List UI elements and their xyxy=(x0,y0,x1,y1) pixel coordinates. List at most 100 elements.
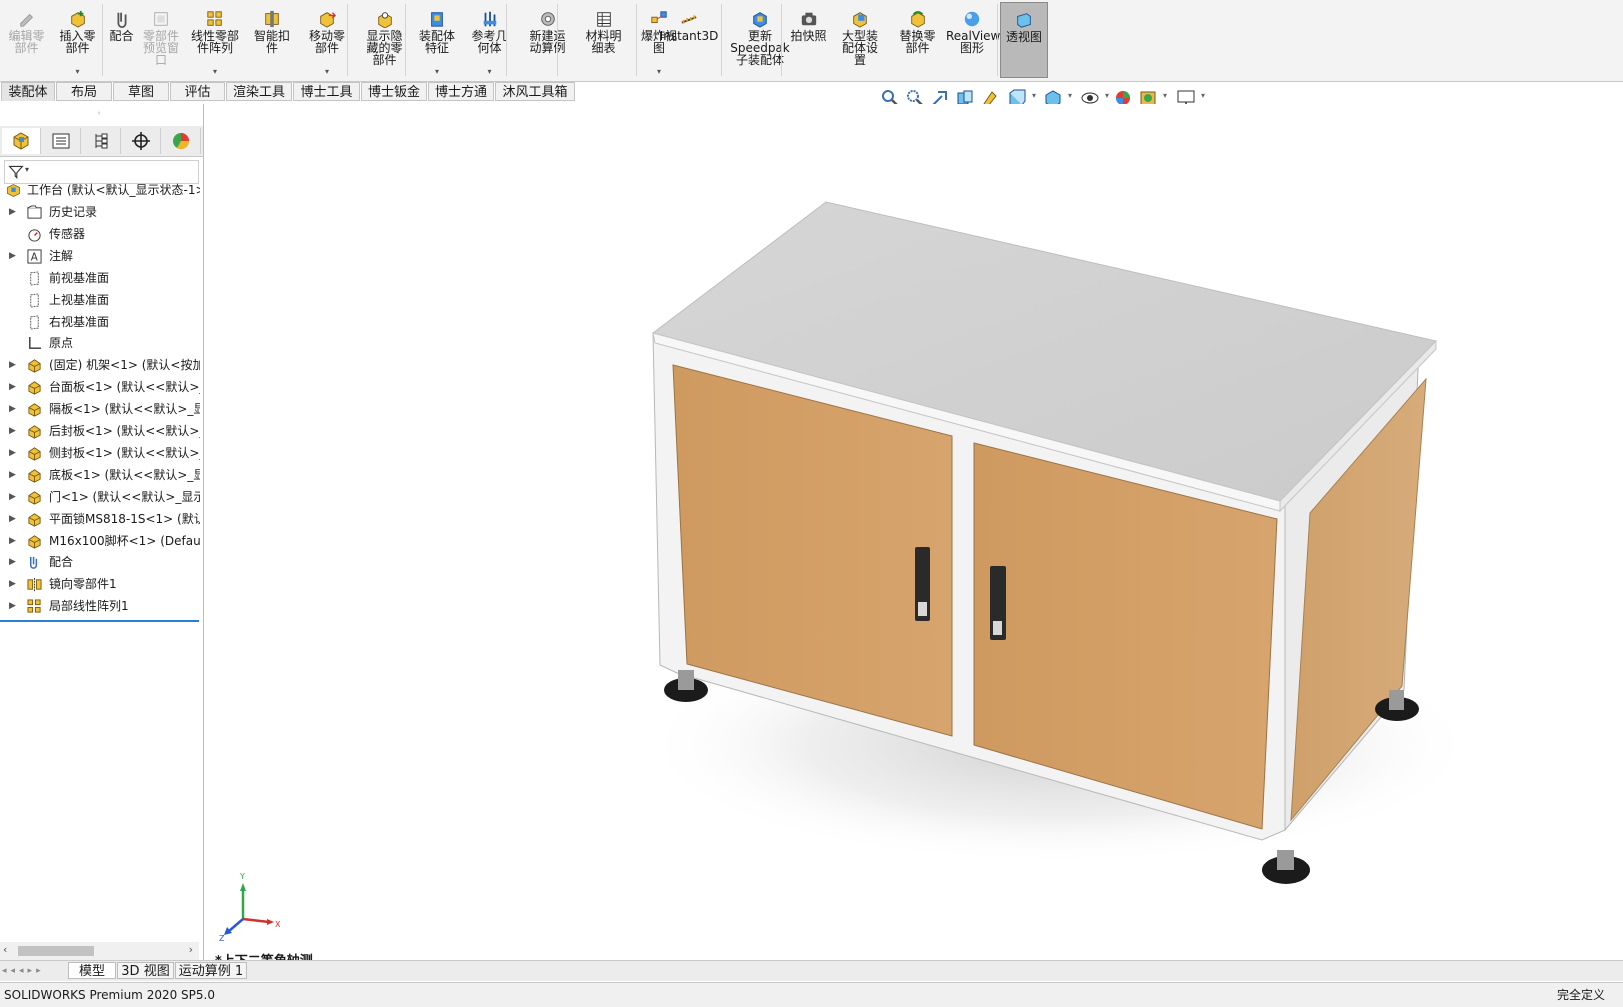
expand-arrow-icon[interactable]: ▶ xyxy=(9,596,16,617)
expand-arrow-icon[interactable]: ▶ xyxy=(9,421,16,442)
ref-geometry-button[interactable]: 参考几 何体 ▾ xyxy=(462,2,517,78)
bottom-tab-2[interactable]: 3D 视图 xyxy=(117,962,174,979)
smart-fastener-button[interactable]: 智能扣 件 xyxy=(247,2,297,78)
svg-text:A: A xyxy=(31,251,38,263)
expand-arrow-icon[interactable]: ▶ xyxy=(9,531,16,552)
tree-item[interactable]: ▶ (固定) 机架<1> (默认<按加 xyxy=(0,355,200,376)
edit-part-button[interactable]: 编辑零 部件 xyxy=(3,2,50,78)
realview-button[interactable]: RealView 图形 xyxy=(945,2,1001,78)
tree-item[interactable]: ▶ 配合 xyxy=(0,552,200,573)
bom-icon xyxy=(596,12,611,27)
move-part-button[interactable]: 移动零 部件 ▾ xyxy=(297,2,357,78)
tree-item[interactable]: ▶ 侧封板<1> (默认<<默认>_显 xyxy=(0,443,200,464)
graphics-area[interactable]: Y X Z xyxy=(204,104,1623,960)
tab-nav-arrows[interactable]: ◂◂◂▸▸ xyxy=(2,963,66,979)
expand-arrow-icon[interactable]: ▶ xyxy=(9,377,16,398)
insert-part-dropdown-arrow[interactable]: ▾ xyxy=(50,68,105,76)
tree-item[interactable]: ▶ 平面锁MS818-1S<1> (默认 xyxy=(0,509,200,530)
expand-arrow-icon[interactable]: ▶ xyxy=(9,574,16,595)
part-icon xyxy=(28,512,41,527)
tree-item[interactable]: 前视基准面 xyxy=(0,268,200,289)
bottom-tab-3[interactable]: 运动算例 1 xyxy=(175,962,247,979)
move-component-icon xyxy=(320,12,337,28)
tab-7[interactable]: 博士钣金 xyxy=(361,82,427,101)
display-manager-tab[interactable] xyxy=(162,128,201,154)
tree-item[interactable]: ▶ 后封板<1> (默认<<默认>_显 xyxy=(0,421,200,442)
bom-button[interactable]: 材料明 细表 xyxy=(576,2,631,78)
tree-item-label: 平面锁MS818-1S<1> (默认 xyxy=(49,511,200,526)
show-hidden-icon xyxy=(377,12,392,28)
expand-arrow-icon[interactable]: ▶ xyxy=(9,246,16,267)
expand-arrow-icon[interactable]: ▶ xyxy=(9,399,16,420)
instant3d-label: Instant3D xyxy=(659,29,719,43)
tab-8[interactable]: 博士方通 xyxy=(428,82,494,101)
assembly-feature-dropdown-arrow[interactable]: ▾ xyxy=(412,68,462,76)
perspective-button[interactable]: 透视图 xyxy=(1000,2,1048,78)
tab-1[interactable]: 装配体 xyxy=(1,82,55,101)
tab-6[interactable]: 博士工具 xyxy=(293,82,360,101)
dimxpert-manager-tab[interactable] xyxy=(122,128,161,154)
tab-9[interactable]: 沐风工具箱 xyxy=(495,82,575,101)
move-part-label: 移动零 部件 xyxy=(308,29,345,55)
tree-root-label: 工作台 (默认<默认_显示状态-1>) xyxy=(27,183,200,197)
expand-arrow-icon[interactable]: ▶ xyxy=(9,509,16,530)
filter-dropdown-arrow[interactable]: ▾ xyxy=(25,165,29,174)
tree-item[interactable]: 右视基准面 xyxy=(0,312,200,333)
panel-collapse-handle[interactable]: ◦ xyxy=(94,110,104,118)
tab-3[interactable]: 草图 xyxy=(113,82,169,101)
tab-2[interactable]: 布局 xyxy=(56,82,112,101)
tree-item[interactable]: ▶ M16x100脚杯<1> (Default xyxy=(0,531,200,552)
tree-item[interactable]: ▶ 底板<1> (默认<<默认>_显示 xyxy=(0,465,200,486)
tab-4[interactable]: 评估 xyxy=(170,82,225,101)
plane-icon xyxy=(30,271,39,286)
expand-arrow-icon[interactable]: ▶ xyxy=(9,465,16,486)
instant3d-button[interactable]: Instant3D xyxy=(654,2,724,78)
perspective-icon xyxy=(1017,13,1031,28)
bottom-tab-1[interactable]: 模型 xyxy=(68,962,116,979)
tree-item[interactable]: 上视基准面 xyxy=(0,290,200,311)
assembly-feature-button[interactable]: 装配体 特征 ▾ xyxy=(412,2,462,78)
new-motion-button[interactable]: 新建运 动算例 xyxy=(519,2,576,78)
svg-text:Z: Z xyxy=(219,934,225,943)
tree-item[interactable]: 原点 xyxy=(0,333,200,354)
large-assembly-button[interactable]: 大型装 配体设 置 xyxy=(830,2,890,78)
tree-item[interactable]: ▶ 台面板<1> (默认<<默认>_显 xyxy=(0,377,200,398)
insert-part-button[interactable]: 插入零 部件 ▾ xyxy=(50,2,105,78)
linear-pattern-dropdown-arrow[interactable]: ▾ xyxy=(183,68,247,76)
tree-item[interactable]: ▶ 隔板<1> (默认<<默认>_显示 xyxy=(0,399,200,420)
tree-item[interactable]: ▶ 门<1> (默认<<默认>_显示状 xyxy=(0,487,200,508)
tree-item[interactable]: 传感器 xyxy=(0,224,200,245)
ribbon-separator xyxy=(347,4,348,76)
expand-arrow-icon[interactable]: ▶ xyxy=(9,443,16,464)
show-hidden-button[interactable]: 显示隐 藏的零 部件 xyxy=(357,2,412,78)
property-manager-tab[interactable] xyxy=(42,128,81,154)
tree-item[interactable]: ▶ A 注解 xyxy=(0,246,200,267)
mate-button[interactable]: 配合 xyxy=(104,2,139,78)
update-speedpak-button[interactable]: 更新 Speedpak 子装配体 xyxy=(726,2,794,78)
tree-rollback-bar[interactable] xyxy=(0,620,199,622)
snapshot-button[interactable]: 拍快照 xyxy=(787,2,830,78)
linear-pattern-button[interactable]: 线性零部 件阵列 ▾ xyxy=(183,2,247,78)
realview-label: RealView 图形 xyxy=(946,29,1001,55)
move-part-dropdown-arrow[interactable]: ▾ xyxy=(297,68,357,76)
replace-part-button[interactable]: 替换零 部件 xyxy=(890,2,945,78)
tree-item[interactable]: ▶ 历史记录 xyxy=(0,202,200,223)
scroll-thumb[interactable] xyxy=(18,946,94,956)
ribbon-separator xyxy=(506,4,507,76)
tab-5[interactable]: 渲染工具 xyxy=(226,82,292,101)
svg-text:Y: Y xyxy=(239,872,245,881)
expand-arrow-icon[interactable]: ▶ xyxy=(9,355,16,376)
tree-item[interactable]: ▶ 局部线性阵列1 xyxy=(0,596,200,617)
feature-manager-tab[interactable] xyxy=(2,128,41,154)
scroll-right-arrow[interactable]: › xyxy=(189,943,193,956)
part-preview-button[interactable]: 零部件 预览窗 口 xyxy=(139,2,183,78)
expand-arrow-icon[interactable]: ▶ xyxy=(9,202,16,223)
ref-geometry-dropdown-arrow[interactable]: ▾ xyxy=(462,68,517,76)
tree-root-assembly[interactable]: 工作台 (默认<默认_显示状态-1>) xyxy=(0,180,200,201)
scroll-left-arrow[interactable]: ‹ xyxy=(3,943,7,956)
expand-arrow-icon[interactable]: ▶ xyxy=(9,487,16,508)
expand-arrow-icon[interactable]: ▶ xyxy=(9,552,16,573)
tree-item[interactable]: ▶ 镜向零部件1 xyxy=(0,574,200,595)
panel-horizontal-scrollbar[interactable]: ‹ › xyxy=(0,942,199,960)
configuration-manager-tab[interactable] xyxy=(82,128,121,154)
